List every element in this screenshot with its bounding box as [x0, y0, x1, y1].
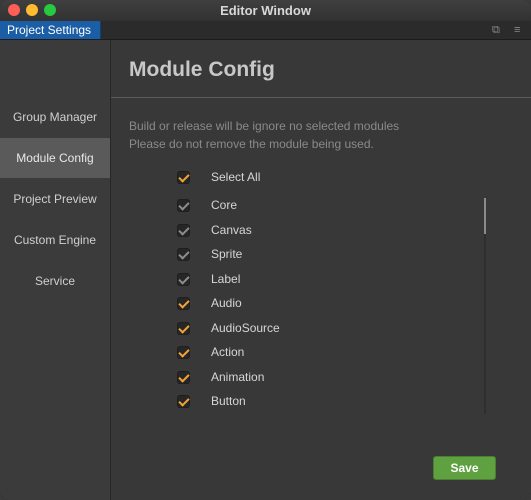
module-row-audiosource[interactable]: AudioSource: [177, 321, 427, 338]
check-icon: [178, 248, 190, 260]
check-icon: [178, 224, 190, 236]
module-checkbox-audiosource[interactable]: [177, 322, 190, 335]
select-all-label: Select All: [211, 170, 261, 184]
module-row-action[interactable]: Action: [177, 345, 427, 362]
module-row-audio[interactable]: Audio: [177, 296, 427, 313]
sidebar-item-module-config[interactable]: Module Config: [0, 138, 110, 178]
page-title: Module Config: [129, 58, 275, 81]
editor-window: Editor Window Project Settings ⧉ ≡ Group…: [0, 0, 531, 500]
sidebar-item-custom-engine[interactable]: Custom Engine: [0, 220, 110, 260]
module-checkbox-animation[interactable]: [177, 371, 190, 384]
module-row-label: Label: [177, 272, 427, 289]
tab-bar: Project Settings ⧉ ≡: [0, 21, 531, 40]
check-icon: [178, 395, 190, 407]
popout-icon[interactable]: ⧉: [492, 24, 500, 37]
module-checkbox-action[interactable]: [177, 346, 190, 359]
module-row-animation[interactable]: Animation: [177, 370, 427, 387]
module-label: Button: [211, 394, 246, 408]
check-icon: [178, 297, 190, 309]
module-checkbox-button[interactable]: [177, 395, 190, 408]
divider: [111, 97, 531, 98]
module-label: Action: [211, 345, 245, 359]
scrollbar-thumb[interactable]: [484, 198, 486, 234]
sidebar: Group Manager Module Config Project Prev…: [0, 40, 111, 500]
check-icon: [178, 346, 190, 358]
module-label: Canvas: [211, 223, 252, 237]
sidebar-item-service[interactable]: Service: [0, 261, 110, 301]
tab-project-settings[interactable]: Project Settings: [0, 21, 101, 39]
module-checkbox-label: [177, 273, 190, 286]
module-label: Sprite: [211, 247, 243, 261]
check-icon: [178, 171, 190, 183]
module-row-canvas: Canvas: [177, 223, 427, 240]
module-row-core: Core: [177, 198, 427, 215]
title-bar: Editor Window: [0, 0, 531, 22]
module-label: Animation: [211, 370, 265, 384]
module-checkbox-core: [177, 199, 190, 212]
description-line-1: Build or release will be ignore no selec…: [129, 119, 400, 133]
module-checkbox-sprite: [177, 248, 190, 261]
check-icon: [178, 273, 190, 285]
window-title: Editor Window: [220, 3, 311, 18]
menu-icon[interactable]: ≡: [514, 24, 520, 36]
select-all-row[interactable]: Select All: [177, 170, 427, 187]
module-checkbox-canvas: [177, 224, 190, 237]
save-button[interactable]: Save: [433, 456, 496, 480]
module-checkbox-audio[interactable]: [177, 297, 190, 310]
check-icon: [178, 199, 190, 211]
module-label: Audio: [211, 296, 242, 310]
module-label: Label: [211, 272, 241, 286]
check-icon: [178, 371, 190, 383]
module-row-button[interactable]: Button: [177, 394, 427, 411]
module-label: Core: [211, 198, 238, 212]
module-row-sprite: Sprite: [177, 247, 427, 264]
select-all-checkbox[interactable]: [177, 171, 190, 184]
module-label: AudioSource: [211, 321, 280, 335]
check-icon: [178, 322, 190, 334]
description-line-2: Please do not remove the module being us…: [129, 137, 374, 151]
main-panel: Module Config Build or release will be i…: [111, 40, 531, 500]
sidebar-item-project-preview[interactable]: Project Preview: [0, 179, 110, 219]
sidebar-item-group-manager[interactable]: Group Manager: [0, 97, 110, 137]
